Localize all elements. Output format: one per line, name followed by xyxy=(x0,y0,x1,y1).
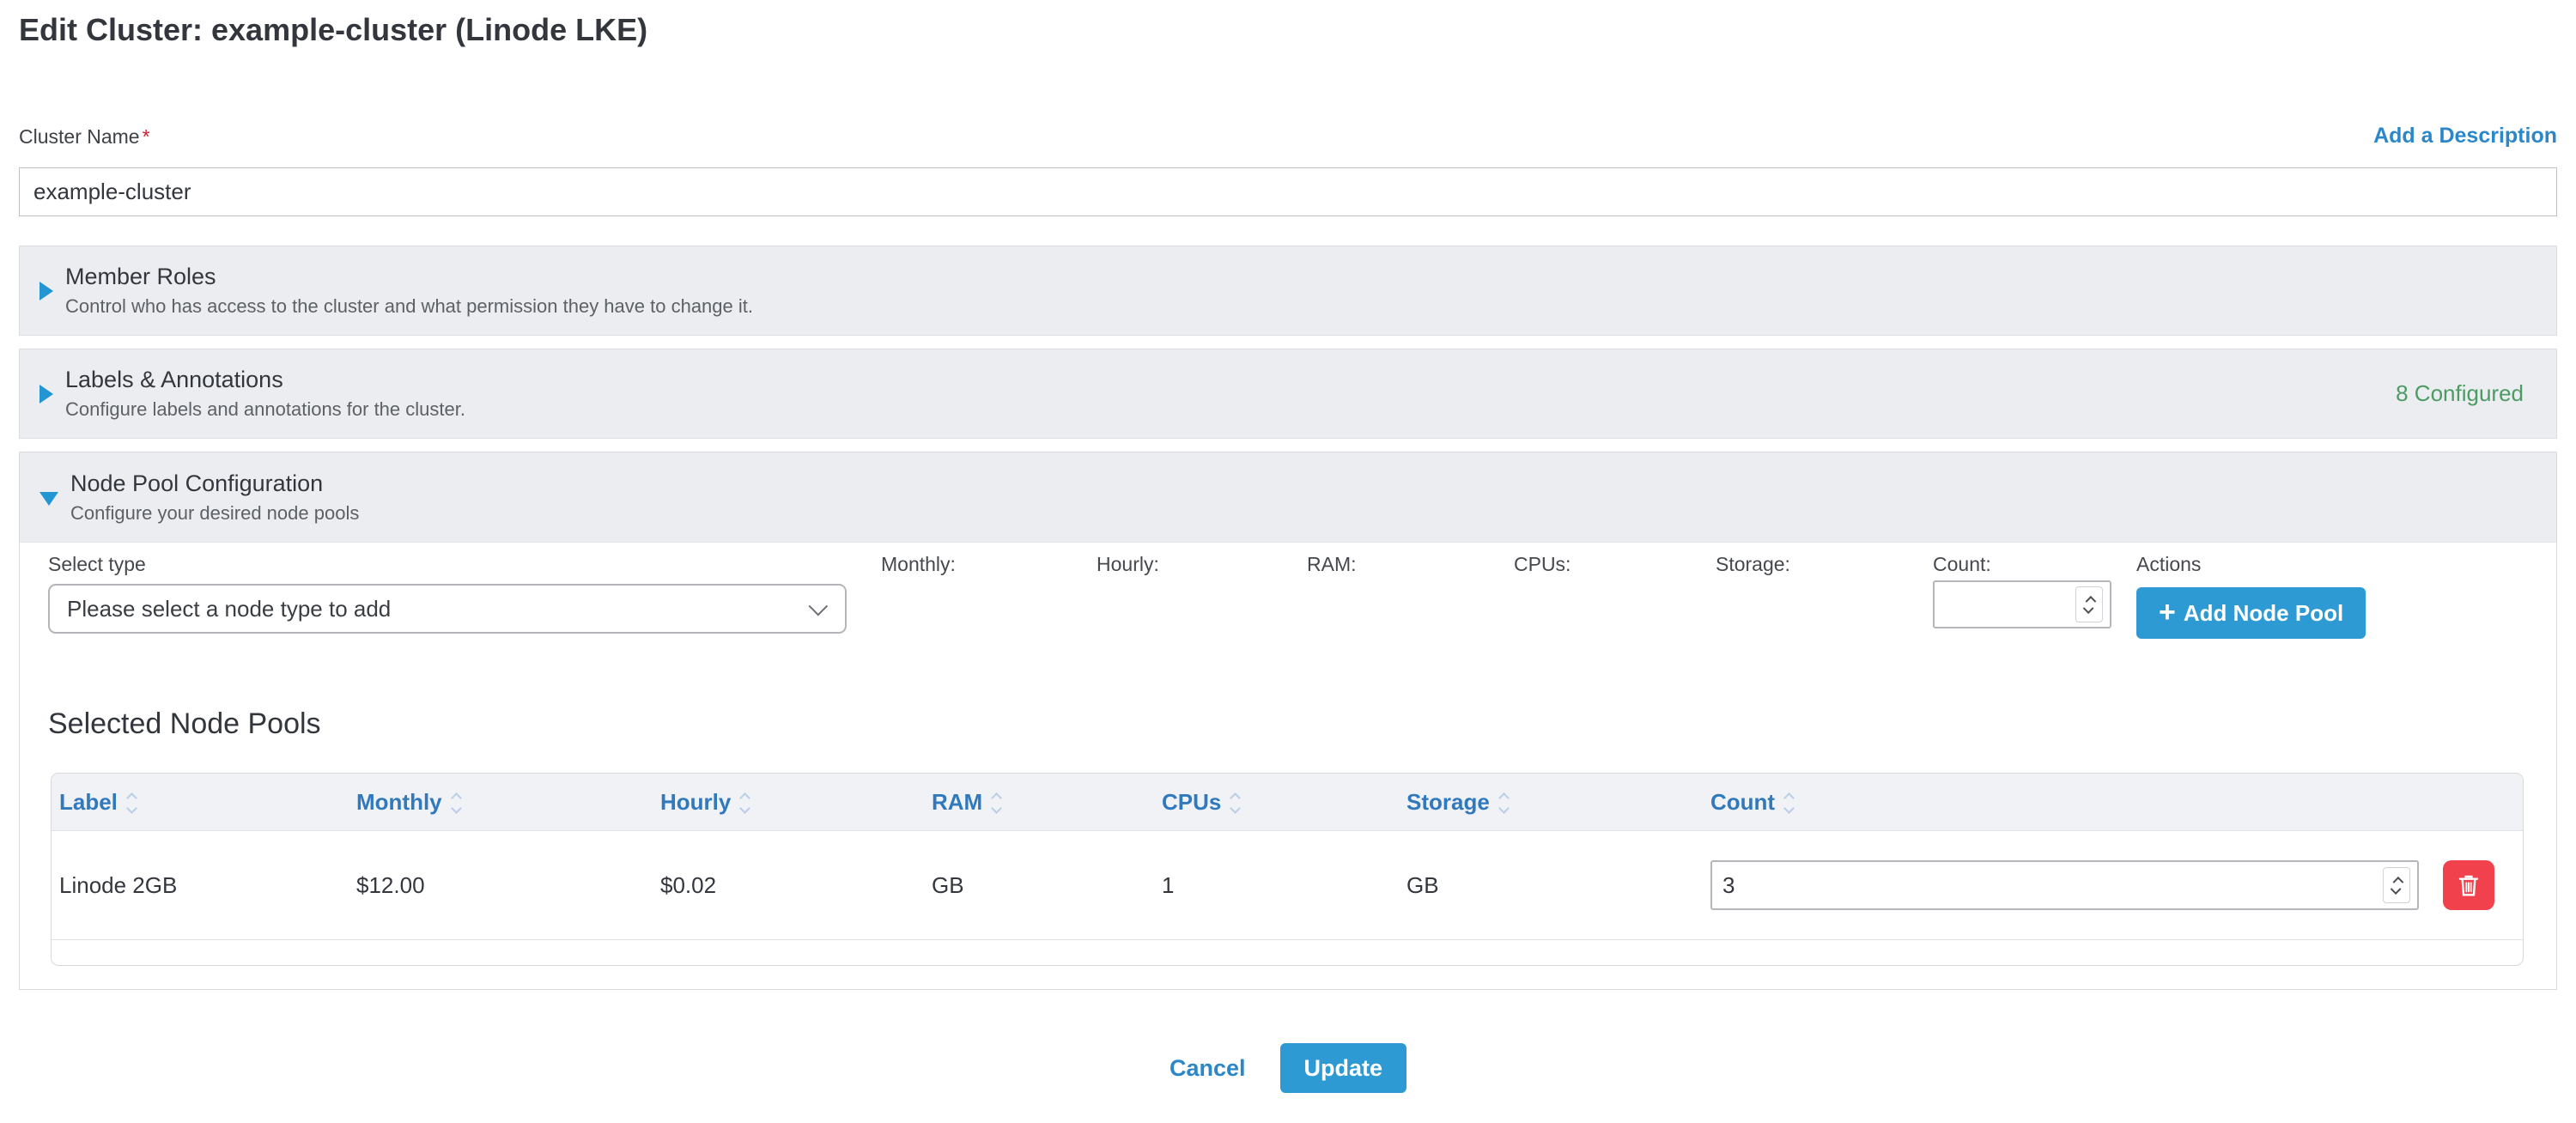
sort-icon xyxy=(1785,794,1793,812)
accordion-member-roles[interactable]: Member Roles Control who has access to t… xyxy=(19,246,2557,336)
hourly-label: Hourly: xyxy=(1097,553,1159,576)
storage-label: Storage: xyxy=(1716,553,1790,576)
cluster-name-label-text: Cluster Name xyxy=(19,125,140,148)
column-header-text: Count xyxy=(1710,789,1775,815)
chevron-right-icon xyxy=(39,282,53,300)
ram-label: RAM: xyxy=(1307,553,1357,576)
trash-icon xyxy=(2455,871,2482,899)
accordion-subtitle: Configure labels and annotations for the… xyxy=(65,398,465,421)
chevron-down-icon xyxy=(809,597,829,616)
sort-up-icon xyxy=(739,792,750,804)
selected-node-pools-table-wrap: Label Monthly Hourly RAM CPUs Storage Co… xyxy=(51,773,2524,966)
cluster-name-input[interactable] xyxy=(19,167,2557,216)
sort-down-icon xyxy=(739,803,750,814)
cluster-name-label: Cluster Name* xyxy=(19,125,150,149)
sort-icon xyxy=(453,794,460,812)
sort-icon xyxy=(741,794,749,812)
sort-icon xyxy=(1500,794,1508,812)
footer-actions: Cancel Update xyxy=(19,1043,2557,1093)
cell-cpus: 1 xyxy=(1154,830,1399,939)
stepper-arrows-icon[interactable] xyxy=(2075,586,2103,622)
node-type-select[interactable]: Please select a node type to add xyxy=(48,584,847,634)
sort-up-icon xyxy=(1783,792,1795,804)
accordion-text: Labels & Annotations Configure labels an… xyxy=(65,367,465,421)
column-header-text: Label xyxy=(59,789,118,815)
delete-pool-button[interactable] xyxy=(2443,860,2494,910)
pool-count-stepper[interactable] xyxy=(1710,860,2419,910)
count-stepper[interactable] xyxy=(1933,580,2111,628)
selected-node-pools-table: Label Monthly Hourly RAM CPUs Storage Co… xyxy=(51,773,2524,966)
accordion-node-pool-configuration[interactable]: Node Pool Configuration Configure your d… xyxy=(20,452,2556,543)
node-type-select-value: Please select a node type to add xyxy=(67,596,809,622)
add-node-pool-button[interactable]: + Add Node Pool xyxy=(2136,587,2366,639)
sort-down-icon xyxy=(991,803,1002,814)
table-footer-cell xyxy=(52,939,2523,965)
accordion-title: Member Roles xyxy=(65,264,753,290)
cell-ram: GB xyxy=(924,830,1154,939)
update-button[interactable]: Update xyxy=(1280,1043,1407,1093)
cpus-label: CPUs: xyxy=(1514,553,1571,576)
column-header-text: RAM xyxy=(932,789,982,815)
sort-down-icon xyxy=(1230,803,1241,814)
sort-icon xyxy=(993,794,1000,812)
column-header-label[interactable]: Label xyxy=(52,774,349,830)
cell-label: Linode 2GB xyxy=(52,830,349,939)
add-node-pool-label: Add Node Pool xyxy=(2184,600,2343,627)
count-label: Count: xyxy=(1933,553,1991,576)
column-header-text: Hourly xyxy=(660,789,731,815)
sort-icon xyxy=(128,794,136,812)
accordion-text: Node Pool Configuration Configure your d… xyxy=(70,470,359,525)
column-header-text: Storage xyxy=(1406,789,1490,815)
selected-node-pools-heading: Selected Node Pools xyxy=(48,707,321,741)
cluster-name-row: Cluster Name* Add a Description xyxy=(19,124,2557,149)
sort-down-icon xyxy=(126,803,137,814)
table-footer-row xyxy=(52,939,2523,965)
sort-down-icon xyxy=(451,803,462,814)
column-header-count[interactable]: Count xyxy=(1703,774,2523,830)
edit-cluster-page: Edit Cluster: example-cluster (Linode LK… xyxy=(0,0,2576,1093)
column-header-hourly[interactable]: Hourly xyxy=(653,774,924,830)
add-description-link[interactable]: Add a Description xyxy=(2373,124,2557,149)
cell-monthly: $12.00 xyxy=(349,830,653,939)
accordion-text: Member Roles Control who has access to t… xyxy=(65,264,753,318)
chevron-down-icon xyxy=(39,492,58,506)
plus-icon: + xyxy=(2159,598,2176,627)
cell-count xyxy=(1703,830,2523,939)
node-pool-configuration-section: Node Pool Configuration Configure your d… xyxy=(19,452,2557,990)
table-header-row: Label Monthly Hourly RAM CPUs Storage Co… xyxy=(52,774,2523,830)
node-pool-form: Select type Monthly: Hourly: RAM: CPUs: … xyxy=(20,543,2556,989)
column-header-storage[interactable]: Storage xyxy=(1399,774,1703,830)
cell-storage: GB xyxy=(1399,830,1703,939)
cell-hourly: $0.02 xyxy=(653,830,924,939)
column-header-text: CPUs xyxy=(1162,789,1221,815)
accordion-title: Node Pool Configuration xyxy=(70,470,359,497)
actions-label: Actions xyxy=(2136,553,2201,576)
monthly-label: Monthly: xyxy=(881,553,956,576)
chevron-right-icon xyxy=(39,385,53,404)
sort-down-icon xyxy=(1783,803,1795,814)
column-header-ram[interactable]: RAM xyxy=(924,774,1154,830)
column-header-cpus[interactable]: CPUs xyxy=(1154,774,1399,830)
accordion-subtitle: Configure your desired node pools xyxy=(70,502,359,525)
sort-down-icon xyxy=(1498,803,1510,814)
accordion-subtitle: Control who has access to the cluster an… xyxy=(65,295,753,318)
page-title: Edit Cluster: example-cluster (Linode LK… xyxy=(19,12,2557,48)
table-row: Linode 2GB $12.00 $0.02 GB 1 GB xyxy=(52,830,2523,939)
sort-icon xyxy=(1231,794,1239,812)
stepper-arrows-icon[interactable] xyxy=(2383,867,2410,903)
required-asterisk: * xyxy=(143,125,150,148)
column-header-monthly[interactable]: Monthly xyxy=(349,774,653,830)
configured-count-badge: 8 Configured xyxy=(2396,380,2524,407)
sort-up-icon xyxy=(991,792,1002,804)
pool-count-input[interactable] xyxy=(1712,862,2417,908)
accordion-labels-annotations[interactable]: Labels & Annotations Configure labels an… xyxy=(19,349,2557,439)
sort-up-icon xyxy=(1230,792,1241,804)
select-type-label: Select type xyxy=(48,553,146,576)
column-header-text: Monthly xyxy=(356,789,442,815)
accordion-title: Labels & Annotations xyxy=(65,367,465,393)
cancel-button[interactable]: Cancel xyxy=(1170,1055,1246,1082)
